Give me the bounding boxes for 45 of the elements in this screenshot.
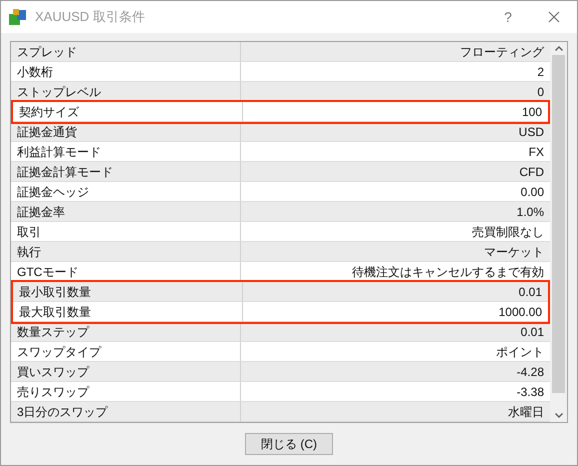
property-value: USD <box>518 124 544 140</box>
close-button[interactable]: 閉じる (C) <box>245 433 333 455</box>
property-label: 証拠金通貨 <box>17 124 77 140</box>
property-label: GTCモード <box>17 264 78 280</box>
property-value: 100 <box>522 104 542 120</box>
property-label: 契約サイズ <box>19 104 79 120</box>
property-value: 0 <box>537 84 544 100</box>
property-value: フローティング <box>460 44 544 60</box>
property-value: 0.00 <box>520 184 544 200</box>
property-value: -3.38 <box>516 384 544 400</box>
scroll-up-icon[interactable] <box>554 46 562 51</box>
property-label: 証拠金ヘッジ <box>17 184 89 200</box>
property-value: 1000.00 <box>498 304 542 320</box>
property-label: スプレッド <box>17 44 77 60</box>
property-label: 数量ステップ <box>17 324 89 340</box>
property-value: 0.01 <box>518 284 542 300</box>
property-value: 2 <box>537 64 544 80</box>
property-value: -4.28 <box>516 364 544 380</box>
property-label: 小数桁 <box>17 64 53 80</box>
property-label: 最大取引数量 <box>19 304 91 320</box>
property-value: 売買制限なし <box>472 224 544 240</box>
property-value: FX <box>528 144 544 160</box>
scrollbar[interactable] <box>550 42 567 422</box>
property-value: マーケット <box>484 244 544 260</box>
property-value: 1.0% <box>516 204 544 220</box>
help-button[interactable]: ? <box>485 1 531 33</box>
property-label: 3日分のスワップ <box>17 404 108 420</box>
property-label: 執行 <box>17 244 41 260</box>
property-value: 待機注文はキャンセルするまで有効 <box>352 264 544 280</box>
property-value: CFD <box>519 164 544 180</box>
property-label: 取引 <box>17 224 41 240</box>
property-value: 水曜日 <box>508 404 544 420</box>
property-label: 買いスワップ <box>17 364 89 380</box>
app-icon <box>9 9 27 25</box>
property-value: 0.01 <box>520 324 544 340</box>
property-value: ポイント <box>496 344 544 360</box>
property-label: 利益計算モード <box>17 144 101 160</box>
property-label: 売りスワップ <box>17 384 89 400</box>
scroll-down-icon[interactable] <box>554 413 562 418</box>
property-label: スワップタイプ <box>17 344 101 360</box>
property-label: 最小取引数量 <box>19 284 91 300</box>
property-label: 証拠金率 <box>17 204 65 220</box>
window-title: XAUUSD 取引条件 <box>35 8 145 26</box>
property-label: 証拠金計算モード <box>17 164 113 180</box>
property-label: ストップレベル <box>17 84 101 100</box>
